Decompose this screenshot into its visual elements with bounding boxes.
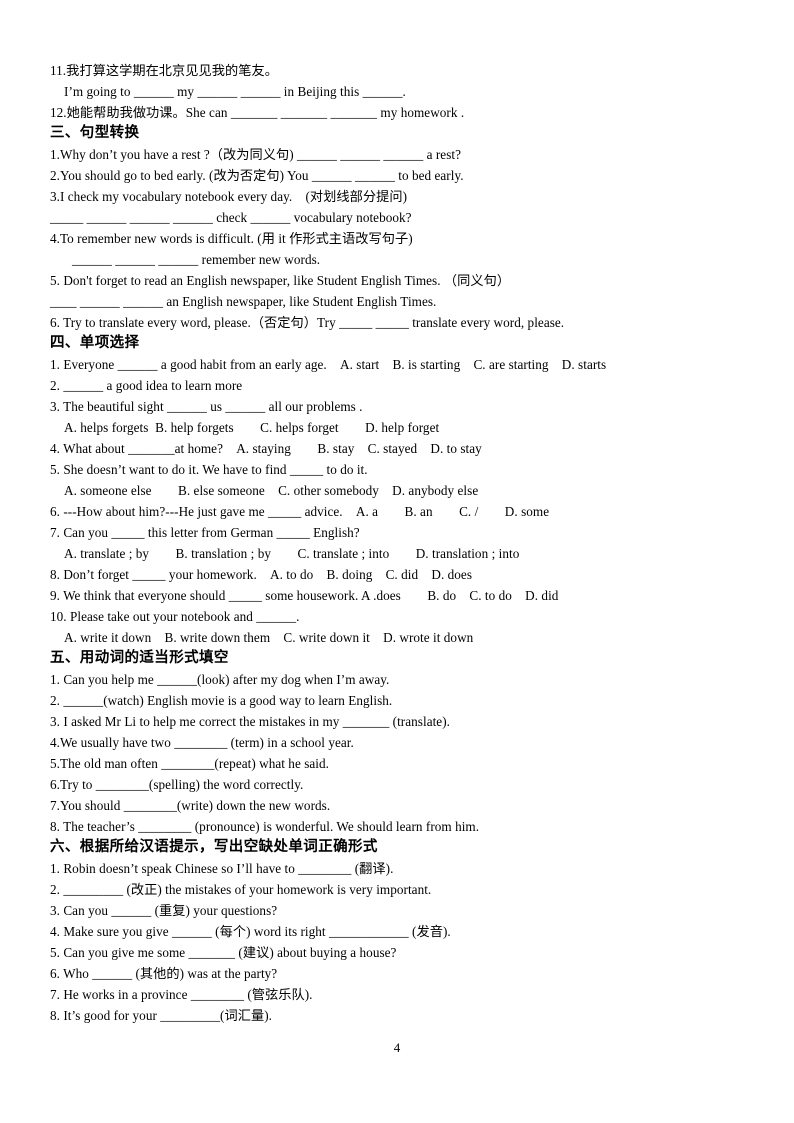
exercise-line: 5. Can you give me some _______ (建议) abo… [50, 945, 397, 960]
exercise-line: 1. Robin doesn’t speak Chinese so I’ll h… [50, 861, 394, 876]
section-heading: 三、句型转换 [50, 125, 140, 141]
worksheet-body: 11.我打算这学期在北京见见我的笔友。 I’m going to ______ m… [50, 60, 739, 1026]
exercise-line: ______ ______ ______ remember new words. [72, 252, 321, 267]
exercise-line: 5. She doesn’t want to do it. We have to… [50, 462, 368, 477]
exercise-line: 2. _________ (改正) the mistakes of your h… [50, 882, 432, 897]
exercise-line: 2. ______(watch) English movie is a good… [50, 693, 393, 708]
worksheet-page: 11.我打算这学期在北京见见我的笔友。 I’m going to ______ m… [0, 0, 794, 1123]
exercise-line: 6. Who ______ (其他的) was at the party? [50, 966, 278, 981]
exercise-line: 9. We think that everyone should _____ s… [50, 588, 559, 603]
exercise-line: ____ ______ ______ an English newspaper,… [50, 294, 437, 309]
exercise-line: 6.Try to ________(spelling) the word cor… [50, 777, 304, 792]
exercise-line: 11.我打算这学期在北京见见我的笔友。 [50, 63, 278, 78]
exercise-line: 4. What about _______at home? A. staying… [50, 441, 482, 456]
section-heading: 五、用动词的适当形式填空 [50, 650, 229, 666]
exercise-line: 7.You should ________(write) down the ne… [50, 798, 331, 813]
exercise-line: A. translate ; by B. translation ; by C.… [64, 546, 520, 561]
exercise-line: 5. Don't forget to read an English newsp… [50, 273, 511, 288]
exercise-line: 8. The teacher’s ________ (pronounce) is… [50, 819, 480, 834]
exercise-line: 2.You should go to bed early. (改为否定句) Yo… [50, 168, 464, 183]
exercise-line: 5.The old man often ________(repeat) wha… [50, 756, 329, 771]
exercise-line: 8. It’s good for your _________(词汇量). [50, 1008, 272, 1023]
exercise-line: 6. Try to translate every word, please.（… [50, 315, 565, 330]
section-heading: 四、单项选择 [50, 335, 140, 351]
page-number: 4 [393, 1040, 401, 1055]
exercise-line: _____ ______ ______ ______ check ______ … [50, 210, 412, 225]
exercise-line: 6. ---How about him?---He just gave me _… [50, 504, 550, 519]
exercise-line: 7. He works in a province ________ (管弦乐队… [50, 987, 313, 1002]
exercise-line: 1. Can you help me ______(look) after my… [50, 672, 390, 687]
exercise-line: 1.Why don’t you have a rest ?（改为同义句) ___… [50, 147, 462, 162]
exercise-line: 10. Please take out your notebook and __… [50, 609, 300, 624]
exercise-line: 12.她能帮助我做功课。She can _______ _______ ____… [50, 105, 465, 120]
exercise-line: 4. Make sure you give ______ (每个) word i… [50, 924, 451, 939]
section-heading: 六、根据所给汉语提示，写出空缺处单词正确形式 [50, 839, 378, 855]
exercise-line: 1. Everyone ______ a good habit from an … [50, 357, 607, 372]
exercise-line: 4.We usually have two ________ (term) in… [50, 735, 354, 750]
exercise-line: A. someone else B. else someone C. other… [64, 483, 479, 498]
exercise-line: 7. Can you _____ this letter from German… [50, 525, 360, 540]
exercise-line: 3.I check my vocabulary notebook every d… [50, 189, 408, 204]
exercise-line: 3. The beautiful sight ______ us ______ … [50, 399, 363, 414]
exercise-line: 2. ______ a good idea to learn more [50, 378, 243, 393]
exercise-line: I’m going to ______ my ______ ______ in … [64, 84, 406, 99]
exercise-line: A. write it down B. write down them C. w… [64, 630, 474, 645]
exercise-line: 3. Can you ______ (重复) your questions? [50, 903, 278, 918]
exercise-line: 3. I asked Mr Li to help me correct the … [50, 714, 450, 729]
exercise-line: A. helps forgets B. help forgets C. help… [64, 420, 440, 435]
exercise-line: 4.To remember new words is difficult. (用… [50, 231, 413, 246]
exercise-line: 8. Don’t forget _____ your homework. A. … [50, 567, 473, 582]
